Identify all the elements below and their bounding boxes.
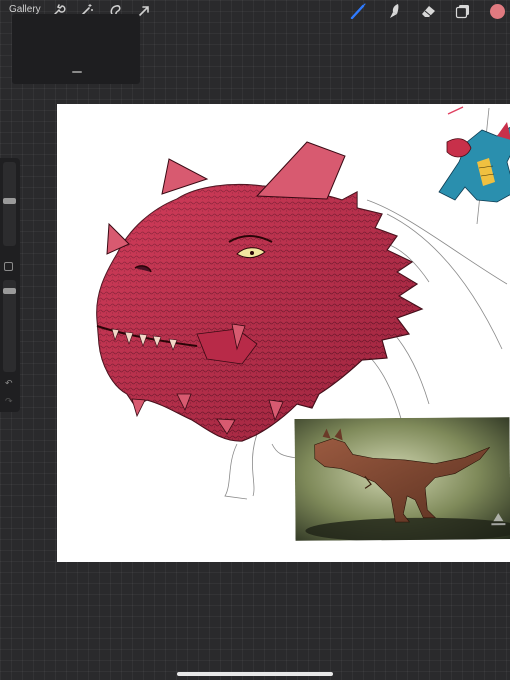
brush-size-slider[interactable] [3, 162, 16, 246]
brush-icon[interactable] [350, 3, 366, 20]
modify-button[interactable] [4, 262, 13, 271]
layers-icon[interactable] [455, 3, 471, 19]
color-test-stroke [447, 106, 464, 115]
opacity-slider[interactable] [3, 280, 16, 372]
brush-size-thumb[interactable] [3, 198, 16, 204]
carnotaurus-photo-reference[interactable] [294, 417, 510, 541]
home-indicator [177, 672, 333, 676]
smudge-icon[interactable] [386, 3, 402, 19]
redo-icon[interactable]: ↷ [5, 396, 13, 407]
reference-panel[interactable] [12, 14, 140, 84]
drawing-canvas[interactable] [57, 104, 510, 562]
undo-icon[interactable]: ↶ [5, 378, 13, 389]
dragon-head-drawing [96, 141, 424, 442]
left-sidebar: ↶ ↷ [0, 158, 20, 412]
small-blue-dragon-reference [438, 122, 510, 203]
color-picker-swatch[interactable] [490, 4, 505, 19]
opacity-thumb[interactable] [3, 288, 16, 294]
reference-panel-mark [72, 71, 82, 73]
eraser-icon[interactable] [420, 3, 436, 19]
